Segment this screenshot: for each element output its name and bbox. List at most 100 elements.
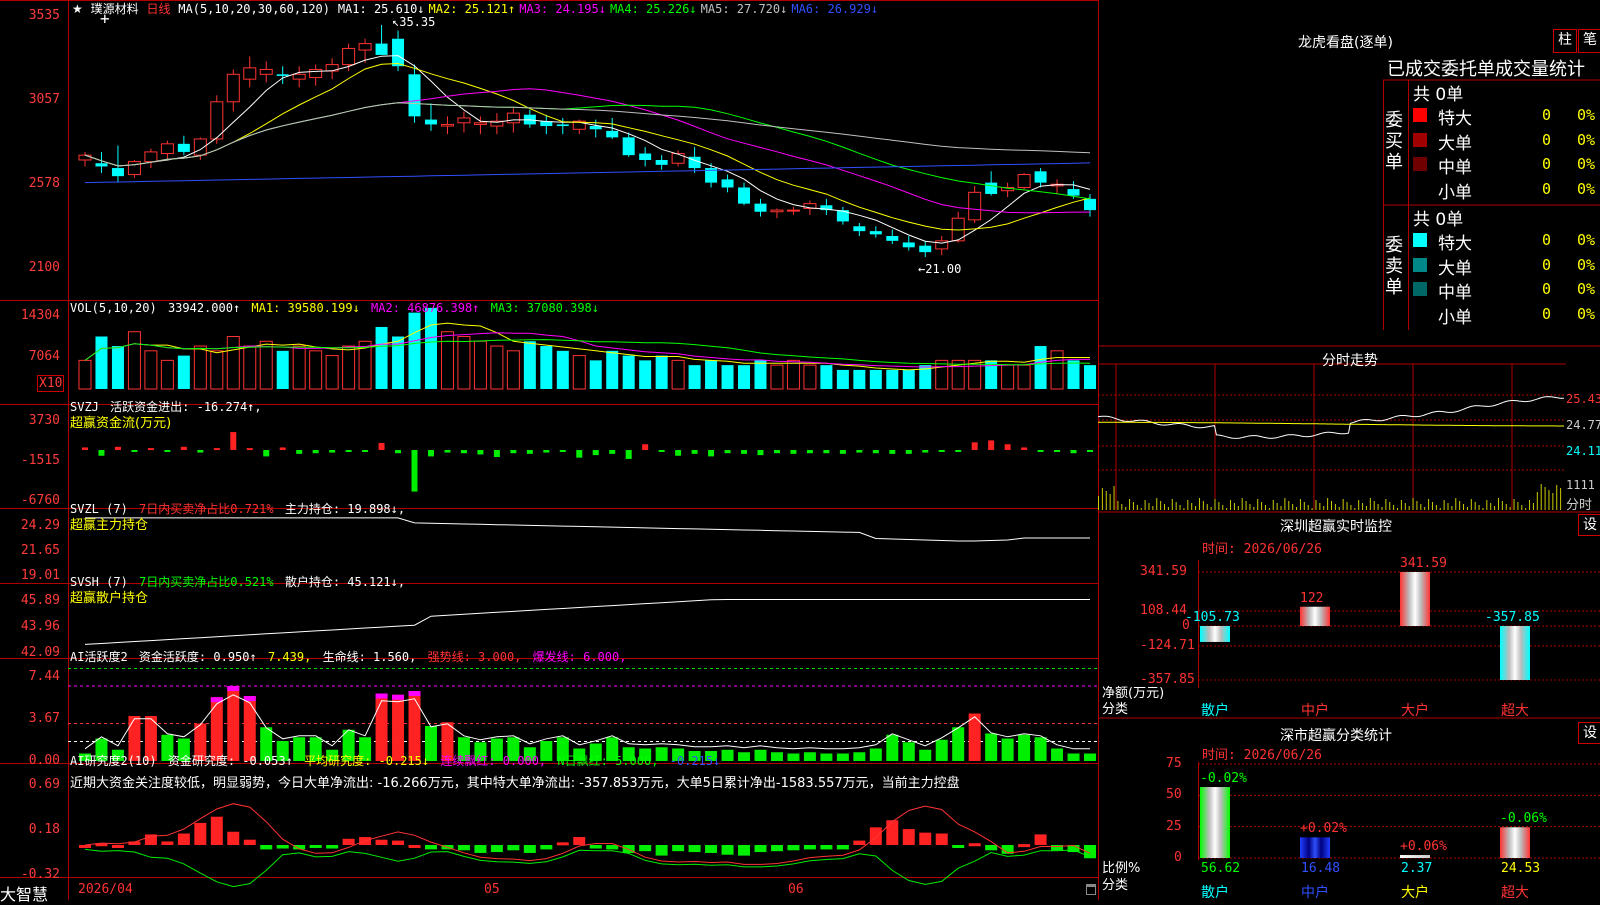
intraday-volume-bar <box>1397 508 1399 510</box>
sz-class-settings-button[interactable]: 设 <box>1578 722 1600 744</box>
candle-body <box>556 124 569 127</box>
intraday-volume-bar <box>1253 507 1255 510</box>
volume-bar <box>424 307 437 389</box>
intraday-volume-bar <box>1284 498 1286 510</box>
intraday-volume-bar <box>1517 502 1519 510</box>
intraday-volume-bar <box>1303 502 1305 510</box>
tick-mode-button[interactable]: 笔 <box>1578 29 1600 53</box>
order-total-label: 共 0单 <box>1413 85 1464 105</box>
volume-bar <box>803 364 817 390</box>
intraday-volume-bar <box>1540 484 1542 510</box>
order-count: 0 <box>1542 304 1552 323</box>
intraday-volume-bar <box>1183 508 1185 510</box>
intraday-volume-bar <box>1307 505 1309 510</box>
intraday-axis-low: 24.11 <box>1566 444 1600 458</box>
intraday-volume-bar <box>1428 499 1430 510</box>
intraday-volume-bar <box>1319 503 1321 510</box>
intraday-volume-bar <box>1350 505 1352 510</box>
fund-flow-bar <box>444 450 451 453</box>
fund-flow-bar <box>790 450 797 454</box>
fund-flow-bar <box>345 450 352 452</box>
class-category-label: 超大 <box>1501 885 1529 901</box>
lock-icon[interactable] <box>1086 884 1096 895</box>
monitor-category-label: 超大 <box>1501 703 1529 719</box>
intraday-volume-bar <box>1125 507 1127 510</box>
candle-body <box>786 209 800 212</box>
period-label[interactable]: 日线 <box>146 2 170 16</box>
intraday-volume-bar <box>1354 508 1356 510</box>
intraday-volume-bar <box>1160 501 1162 510</box>
fund-flow-bar <box>164 450 171 452</box>
candle-body <box>95 163 108 167</box>
star-icon[interactable]: ★ <box>72 2 83 16</box>
fund-flow-bar <box>806 450 813 454</box>
volume-bar <box>276 350 289 389</box>
fund-flow-bar <box>955 450 962 452</box>
fund-flow-bar <box>147 448 154 451</box>
research-bar <box>392 840 405 845</box>
candle-body <box>1017 174 1031 188</box>
order-count: 0 <box>1542 130 1552 149</box>
intraday-volume-bar <box>1548 490 1550 510</box>
sz-monitor-settings-button[interactable]: 设 <box>1578 514 1600 536</box>
intraday-volume-bar <box>1164 504 1166 510</box>
order-percent: 0% <box>1577 280 1596 298</box>
intraday-volume-bar <box>1509 507 1511 510</box>
candle-body <box>473 122 487 125</box>
volume-bar <box>1067 360 1080 389</box>
intraday-volume-bar <box>1455 498 1457 510</box>
bar-mode-button[interactable]: 柱 <box>1553 29 1577 53</box>
fund-flow-bar <box>592 450 599 456</box>
main-header: ★ 璞源材料 日线 MA(5,10,20,30,60,120) MA1: 25.… <box>72 0 886 17</box>
svzl-axis-label: 19.01 <box>20 568 60 583</box>
order-size-label: 特大 <box>1438 109 1472 129</box>
volume-bar <box>572 355 586 390</box>
class-value-label: 24.53 <box>1501 861 1541 876</box>
intraday-volume-bar <box>1206 504 1208 510</box>
ma-value-1: MA1: 25.610↓ <box>337 2 425 16</box>
intraday-axis-high: 25.43 <box>1566 392 1600 406</box>
candle-body <box>457 117 471 124</box>
intraday-axis-mid: 24.77 <box>1566 418 1600 432</box>
order-percent: 0% <box>1577 130 1596 149</box>
volume-bar <box>556 350 569 389</box>
fund-flow-bar <box>246 448 253 451</box>
intraday-volume-bar <box>1226 508 1228 510</box>
volume-bar <box>325 355 339 390</box>
activity-bar <box>935 739 948 761</box>
candle-body <box>259 68 273 75</box>
intraday-volume-bar <box>1257 499 1259 510</box>
sz-class-title: 深市超赢分类统计 <box>1280 728 1392 744</box>
intraday-volume-bar <box>1167 507 1169 510</box>
candle-body <box>869 231 882 235</box>
intraday-volume-bar <box>1132 502 1134 510</box>
research-bar <box>787 845 800 851</box>
class-bar <box>1300 837 1330 858</box>
intraday-volume-bar <box>1323 506 1325 510</box>
research-bar <box>79 845 91 848</box>
class-value-label: 56.62 <box>1201 861 1241 876</box>
volume-bar <box>177 355 190 389</box>
fund-flow-bar <box>460 450 467 454</box>
svzl-subtitle: 超赢主力持仓 <box>70 518 149 533</box>
candle-body <box>770 209 784 213</box>
high-price-label: ↖35.35 <box>392 15 436 29</box>
fund-flow-bar <box>510 450 517 454</box>
activity-bar <box>754 749 767 761</box>
class-value-label: 2.37 <box>1401 861 1433 876</box>
intraday-volume-bar <box>1412 498 1414 510</box>
research-bar <box>853 840 866 845</box>
volume-bar <box>639 360 652 389</box>
activity-bar <box>1084 753 1096 761</box>
vol-header: VOL(5,10,20) 33942.000↑ MA1: 39580.199↓ … <box>70 301 600 315</box>
fund-flow-bar <box>213 448 220 451</box>
intraday-volume-bar <box>1331 501 1332 510</box>
research-bar <box>655 845 668 856</box>
order-total-label: 共 0单 <box>1413 210 1464 230</box>
dragon-title: 龙虎看盘(逐单) <box>1298 35 1393 51</box>
activity-bar <box>853 752 866 761</box>
intraday-volume-bar <box>1358 500 1360 510</box>
ma-value-3: MA3: 24.195↓ <box>519 2 606 16</box>
class-change-label: +0.02% <box>1300 821 1347 837</box>
svzl-axis-label: 21.65 <box>20 543 60 558</box>
